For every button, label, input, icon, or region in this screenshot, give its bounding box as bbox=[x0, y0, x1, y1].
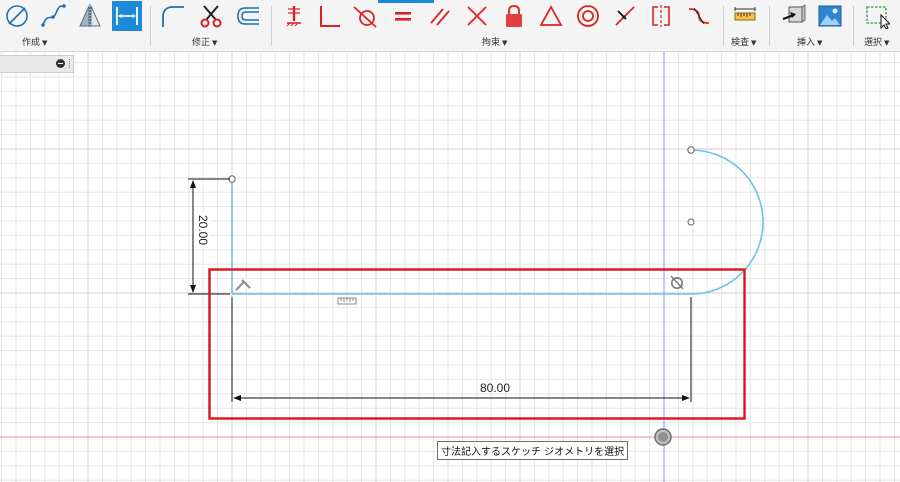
spline-tool-icon[interactable] bbox=[38, 1, 68, 31]
inspect-menu[interactable]: 検査 ▼ bbox=[731, 35, 756, 48]
inspect-menu-label: 検査 bbox=[731, 38, 750, 48]
chevron-down-icon: ▼ bbox=[502, 39, 508, 47]
insert-menu-label: 挿入 bbox=[797, 38, 816, 48]
arc-center-point[interactable] bbox=[687, 218, 695, 226]
constraints-menu-label: 拘束 bbox=[482, 38, 501, 48]
tangent-glyph-icon[interactable] bbox=[670, 275, 684, 290]
toolbar-separator bbox=[271, 6, 272, 46]
lock-icon[interactable] bbox=[499, 1, 529, 31]
constraints-menu[interactable]: 拘束 ▼ bbox=[482, 35, 507, 48]
toolbar-separator bbox=[723, 6, 724, 46]
toolbar-separator bbox=[150, 6, 151, 46]
modify-menu-label: 修正 bbox=[192, 38, 211, 48]
select-box-icon[interactable] bbox=[862, 1, 892, 31]
fillet-tool-icon[interactable] bbox=[158, 1, 188, 31]
insert-menu[interactable]: 挿入 ▼ bbox=[797, 35, 822, 48]
tangent-constraint-icon[interactable] bbox=[350, 1, 380, 31]
modify-menu[interactable]: 修正 ▼ bbox=[192, 35, 217, 48]
browser-panel[interactable] bbox=[0, 55, 74, 73]
horizontal-dimension[interactable]: 80.00 bbox=[231, 297, 692, 402]
fix-constraint-icon[interactable] bbox=[279, 1, 309, 31]
concentric-constraint-icon[interactable] bbox=[573, 1, 603, 31]
offset-tool-icon[interactable] bbox=[233, 1, 263, 31]
arc-endpoint[interactable] bbox=[687, 146, 695, 154]
triangle-constraint-icon[interactable] bbox=[536, 1, 566, 31]
toolbar-separator bbox=[853, 6, 854, 46]
mirror-tool-icon[interactable] bbox=[75, 1, 105, 31]
chevron-down-icon: ▼ bbox=[42, 39, 48, 47]
perpendicular-constraint-icon[interactable] bbox=[314, 1, 344, 31]
chevron-down-icon: ▼ bbox=[817, 39, 823, 47]
toolbar-separator bbox=[769, 6, 770, 46]
insert-arrow-icon[interactable] bbox=[778, 1, 808, 31]
origin-point[interactable] bbox=[654, 428, 672, 446]
perpendicular-glyph-icon[interactable] bbox=[235, 279, 251, 291]
chevron-down-icon: ▼ bbox=[212, 39, 218, 47]
midpoint-constraint-icon[interactable] bbox=[610, 1, 640, 31]
parallel-constraint-icon[interactable] bbox=[425, 1, 455, 31]
horizontal-dimension-value[interactable]: 80.00 bbox=[480, 381, 510, 395]
circle-tool-icon[interactable] bbox=[2, 1, 32, 31]
create-menu[interactable]: 作成 ▼ bbox=[22, 35, 47, 48]
curvature-constraint-icon[interactable] bbox=[684, 1, 714, 31]
sketch-dimension-icon[interactable] bbox=[112, 1, 142, 31]
trim-scissors-icon[interactable] bbox=[196, 1, 226, 31]
coincident-constraint-icon[interactable] bbox=[462, 1, 492, 31]
toolbar: 作成 ▼ 修正 ▼ 拘束 ▼ 検査 ▼ 挿入 ▼ 選択 ▼ bbox=[0, 0, 900, 52]
create-menu-label: 作成 bbox=[22, 38, 41, 48]
select-menu[interactable]: 選択 ▼ bbox=[864, 35, 889, 48]
symmetry-constraint-icon[interactable] bbox=[646, 1, 676, 31]
equal-constraint-icon[interactable] bbox=[388, 1, 418, 31]
select-menu-label: 選択 bbox=[864, 38, 883, 48]
status-prompt-tooltip: 寸法記入するスケッチ ジオメトリを選択 bbox=[437, 441, 629, 460]
vertical-dimension-value[interactable]: 20.00 bbox=[196, 215, 210, 245]
panel-grip-handle[interactable] bbox=[69, 59, 72, 68]
collapse-minus-icon[interactable] bbox=[56, 59, 65, 68]
insert-image-icon[interactable] bbox=[815, 1, 845, 31]
sketch-canvas[interactable]: 20.00 80.00 bbox=[0, 52, 900, 482]
sketch-arc[interactable] bbox=[690, 149, 764, 295]
measure-ruler-icon[interactable] bbox=[730, 1, 760, 31]
chevron-down-icon: ▼ bbox=[884, 39, 890, 47]
chevron-down-icon: ▼ bbox=[751, 39, 757, 47]
